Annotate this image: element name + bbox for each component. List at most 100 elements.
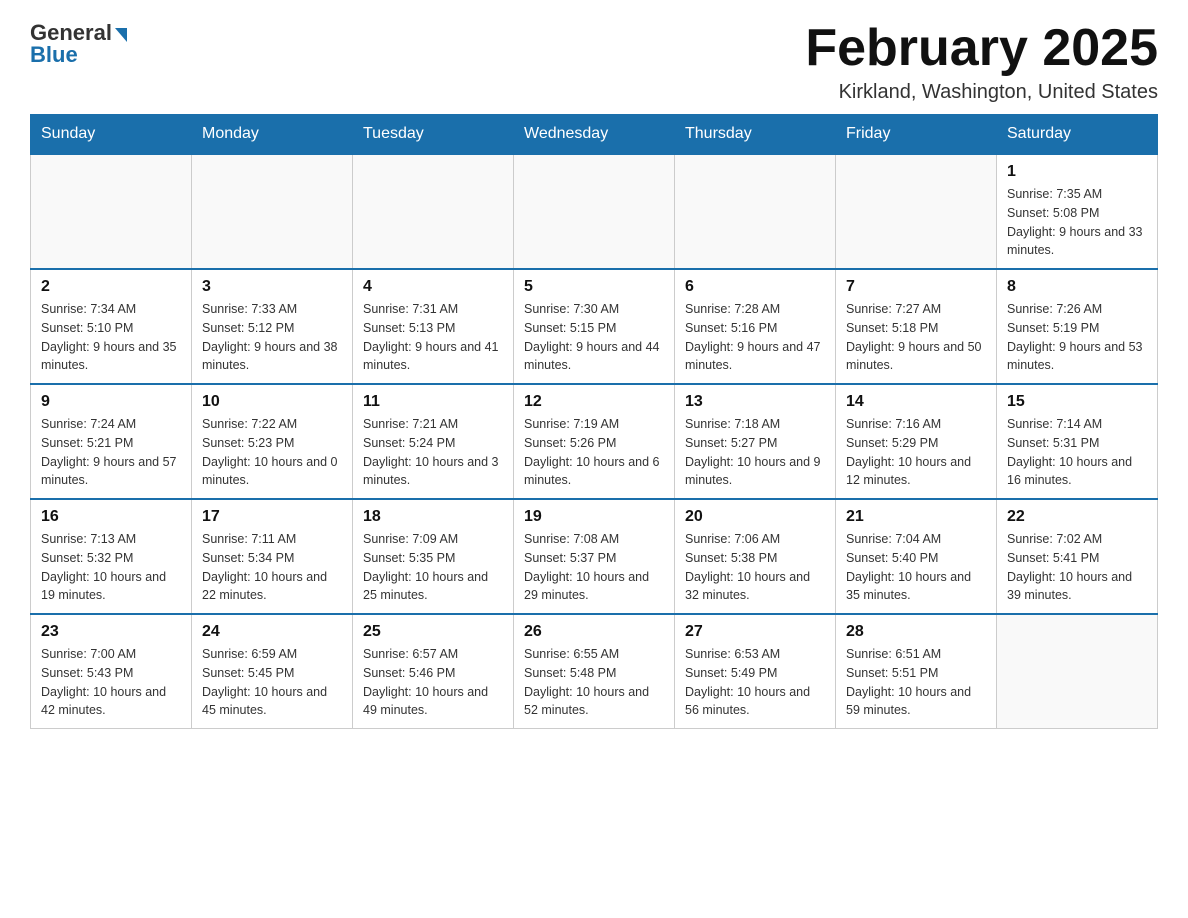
day-info: Sunrise: 7:22 AM Sunset: 5:23 PM Dayligh…	[202, 415, 342, 490]
day-number: 14	[846, 393, 986, 411]
day-info: Sunrise: 7:14 AM Sunset: 5:31 PM Dayligh…	[1007, 415, 1147, 490]
title-section: February 2025 Kirkland, Washington, Unit…	[805, 20, 1158, 104]
day-info: Sunrise: 7:04 AM Sunset: 5:40 PM Dayligh…	[846, 530, 986, 605]
calendar-day-cell: 14 Sunrise: 7:16 AM Sunset: 5:29 PM Dayli…	[836, 384, 997, 499]
day-number: 13	[685, 393, 825, 411]
day-of-week-header: Saturday	[997, 115, 1158, 155]
day-number: 4	[363, 278, 503, 296]
calendar-day-cell: 25 Sunrise: 6:57 AM Sunset: 5:46 PM Dayli…	[353, 614, 514, 729]
day-number: 12	[524, 393, 664, 411]
day-of-week-header: Sunday	[31, 115, 192, 155]
day-of-week-header: Friday	[836, 115, 997, 155]
day-info: Sunrise: 6:57 AM Sunset: 5:46 PM Dayligh…	[363, 645, 503, 720]
day-info: Sunrise: 7:24 AM Sunset: 5:21 PM Dayligh…	[41, 415, 181, 490]
day-number: 18	[363, 508, 503, 526]
calendar-week-row: 1 Sunrise: 7:35 AM Sunset: 5:08 PM Daylig…	[31, 154, 1158, 269]
calendar-day-cell: 16 Sunrise: 7:13 AM Sunset: 5:32 PM Dayli…	[31, 499, 192, 614]
calendar-day-cell: 26 Sunrise: 6:55 AM Sunset: 5:48 PM Dayli…	[514, 614, 675, 729]
calendar-week-row: 23 Sunrise: 7:00 AM Sunset: 5:43 PM Dayli…	[31, 614, 1158, 729]
calendar-day-cell	[31, 154, 192, 269]
day-number: 28	[846, 623, 986, 641]
day-number: 20	[685, 508, 825, 526]
calendar-day-cell: 21Sunrise: 7:04 AM Sunset: 5:40 PM Dayli…	[836, 499, 997, 614]
day-number: 15	[1007, 393, 1147, 411]
day-info: Sunrise: 7:21 AM Sunset: 5:24 PM Dayligh…	[363, 415, 503, 490]
day-number: 22	[1007, 508, 1147, 526]
calendar-day-cell: 24Sunrise: 6:59 AM Sunset: 5:45 PM Dayli…	[192, 614, 353, 729]
day-info: Sunrise: 7:28 AM Sunset: 5:16 PM Dayligh…	[685, 300, 825, 375]
calendar-day-cell: 5 Sunrise: 7:30 AM Sunset: 5:15 PM Daylig…	[514, 269, 675, 384]
day-number: 25	[363, 623, 503, 641]
day-info: Sunrise: 7:13 AM Sunset: 5:32 PM Dayligh…	[41, 530, 181, 605]
logo: General Blue	[30, 20, 127, 68]
day-number: 1	[1007, 163, 1147, 181]
day-of-week-header: Tuesday	[353, 115, 514, 155]
day-info: Sunrise: 7:06 AM Sunset: 5:38 PM Dayligh…	[685, 530, 825, 605]
day-number: 2	[41, 278, 181, 296]
day-info: Sunrise: 7:00 AM Sunset: 5:43 PM Dayligh…	[41, 645, 181, 720]
calendar-day-cell: 4 Sunrise: 7:31 AM Sunset: 5:13 PM Daylig…	[353, 269, 514, 384]
day-info: Sunrise: 6:51 AM Sunset: 5:51 PM Dayligh…	[846, 645, 986, 720]
day-info: Sunrise: 7:34 AM Sunset: 5:10 PM Dayligh…	[41, 300, 181, 375]
calendar-day-cell: 2 Sunrise: 7:34 AM Sunset: 5:10 PM Daylig…	[31, 269, 192, 384]
day-of-week-header: Monday	[192, 115, 353, 155]
day-of-week-header: Wednesday	[514, 115, 675, 155]
calendar-day-cell: 6 Sunrise: 7:28 AM Sunset: 5:16 PM Daylig…	[675, 269, 836, 384]
day-number: 19	[524, 508, 664, 526]
logo-blue-text: Blue	[30, 42, 78, 67]
day-number: 23	[41, 623, 181, 641]
day-number: 17	[202, 508, 342, 526]
calendar-day-cell: 22 Sunrise: 7:02 AM Sunset: 5:41 PM Dayli…	[997, 499, 1158, 614]
calendar-day-cell: 27Sunrise: 6:53 AM Sunset: 5:49 PM Dayli…	[675, 614, 836, 729]
day-info: Sunrise: 7:19 AM Sunset: 5:26 PM Dayligh…	[524, 415, 664, 490]
day-number: 11	[363, 393, 503, 411]
logo-arrow-icon	[115, 28, 127, 42]
calendar-day-cell: 7Sunrise: 7:27 AM Sunset: 5:18 PM Daylig…	[836, 269, 997, 384]
day-number: 24	[202, 623, 342, 641]
calendar-week-row: 16 Sunrise: 7:13 AM Sunset: 5:32 PM Dayli…	[31, 499, 1158, 614]
day-of-week-header: Thursday	[675, 115, 836, 155]
calendar-day-cell: 19Sunrise: 7:08 AM Sunset: 5:37 PM Dayli…	[514, 499, 675, 614]
day-info: Sunrise: 7:02 AM Sunset: 5:41 PM Dayligh…	[1007, 530, 1147, 605]
day-number: 6	[685, 278, 825, 296]
calendar-week-row: 2 Sunrise: 7:34 AM Sunset: 5:10 PM Daylig…	[31, 269, 1158, 384]
calendar-day-cell: 15 Sunrise: 7:14 AM Sunset: 5:31 PM Dayli…	[997, 384, 1158, 499]
calendar-day-cell: 8 Sunrise: 7:26 AM Sunset: 5:19 PM Daylig…	[997, 269, 1158, 384]
day-info: Sunrise: 7:30 AM Sunset: 5:15 PM Dayligh…	[524, 300, 664, 375]
day-number: 5	[524, 278, 664, 296]
calendar-day-cell: 18 Sunrise: 7:09 AM Sunset: 5:35 PM Dayli…	[353, 499, 514, 614]
calendar-table: SundayMondayTuesdayWednesdayThursdayFrid…	[30, 114, 1158, 729]
calendar-day-cell	[675, 154, 836, 269]
day-info: Sunrise: 7:33 AM Sunset: 5:12 PM Dayligh…	[202, 300, 342, 375]
calendar-day-cell	[192, 154, 353, 269]
day-info: Sunrise: 6:53 AM Sunset: 5:49 PM Dayligh…	[685, 645, 825, 720]
calendar-day-cell: 9 Sunrise: 7:24 AM Sunset: 5:21 PM Daylig…	[31, 384, 192, 499]
page-header: General Blue February 2025 Kirkland, Was…	[30, 20, 1158, 104]
calendar-day-cell: 1 Sunrise: 7:35 AM Sunset: 5:08 PM Daylig…	[997, 154, 1158, 269]
calendar-day-cell: 17Sunrise: 7:11 AM Sunset: 5:34 PM Dayli…	[192, 499, 353, 614]
day-number: 26	[524, 623, 664, 641]
day-number: 16	[41, 508, 181, 526]
day-info: Sunrise: 7:16 AM Sunset: 5:29 PM Dayligh…	[846, 415, 986, 490]
subtitle: Kirkland, Washington, United States	[805, 81, 1158, 104]
day-number: 9	[41, 393, 181, 411]
day-info: Sunrise: 6:55 AM Sunset: 5:48 PM Dayligh…	[524, 645, 664, 720]
calendar-day-cell: 3 Sunrise: 7:33 AM Sunset: 5:12 PM Daylig…	[192, 269, 353, 384]
day-info: Sunrise: 7:09 AM Sunset: 5:35 PM Dayligh…	[363, 530, 503, 605]
calendar-day-cell	[836, 154, 997, 269]
calendar-day-cell	[514, 154, 675, 269]
calendar-header-row: SundayMondayTuesdayWednesdayThursdayFrid…	[31, 115, 1158, 155]
calendar-day-cell	[997, 614, 1158, 729]
day-info: Sunrise: 7:26 AM Sunset: 5:19 PM Dayligh…	[1007, 300, 1147, 375]
calendar-day-cell: 20 Sunrise: 7:06 AM Sunset: 5:38 PM Dayli…	[675, 499, 836, 614]
calendar-day-cell: 11 Sunrise: 7:21 AM Sunset: 5:24 PM Dayli…	[353, 384, 514, 499]
day-info: Sunrise: 7:31 AM Sunset: 5:13 PM Dayligh…	[363, 300, 503, 375]
calendar-day-cell: 13 Sunrise: 7:18 AM Sunset: 5:27 PM Dayli…	[675, 384, 836, 499]
day-info: Sunrise: 7:18 AM Sunset: 5:27 PM Dayligh…	[685, 415, 825, 490]
day-number: 3	[202, 278, 342, 296]
day-info: Sunrise: 7:35 AM Sunset: 5:08 PM Dayligh…	[1007, 185, 1147, 260]
calendar-day-cell	[353, 154, 514, 269]
calendar-day-cell: 28 Sunrise: 6:51 AM Sunset: 5:51 PM Dayli…	[836, 614, 997, 729]
calendar-day-cell: 12 Sunrise: 7:19 AM Sunset: 5:26 PM Dayli…	[514, 384, 675, 499]
day-number: 8	[1007, 278, 1147, 296]
